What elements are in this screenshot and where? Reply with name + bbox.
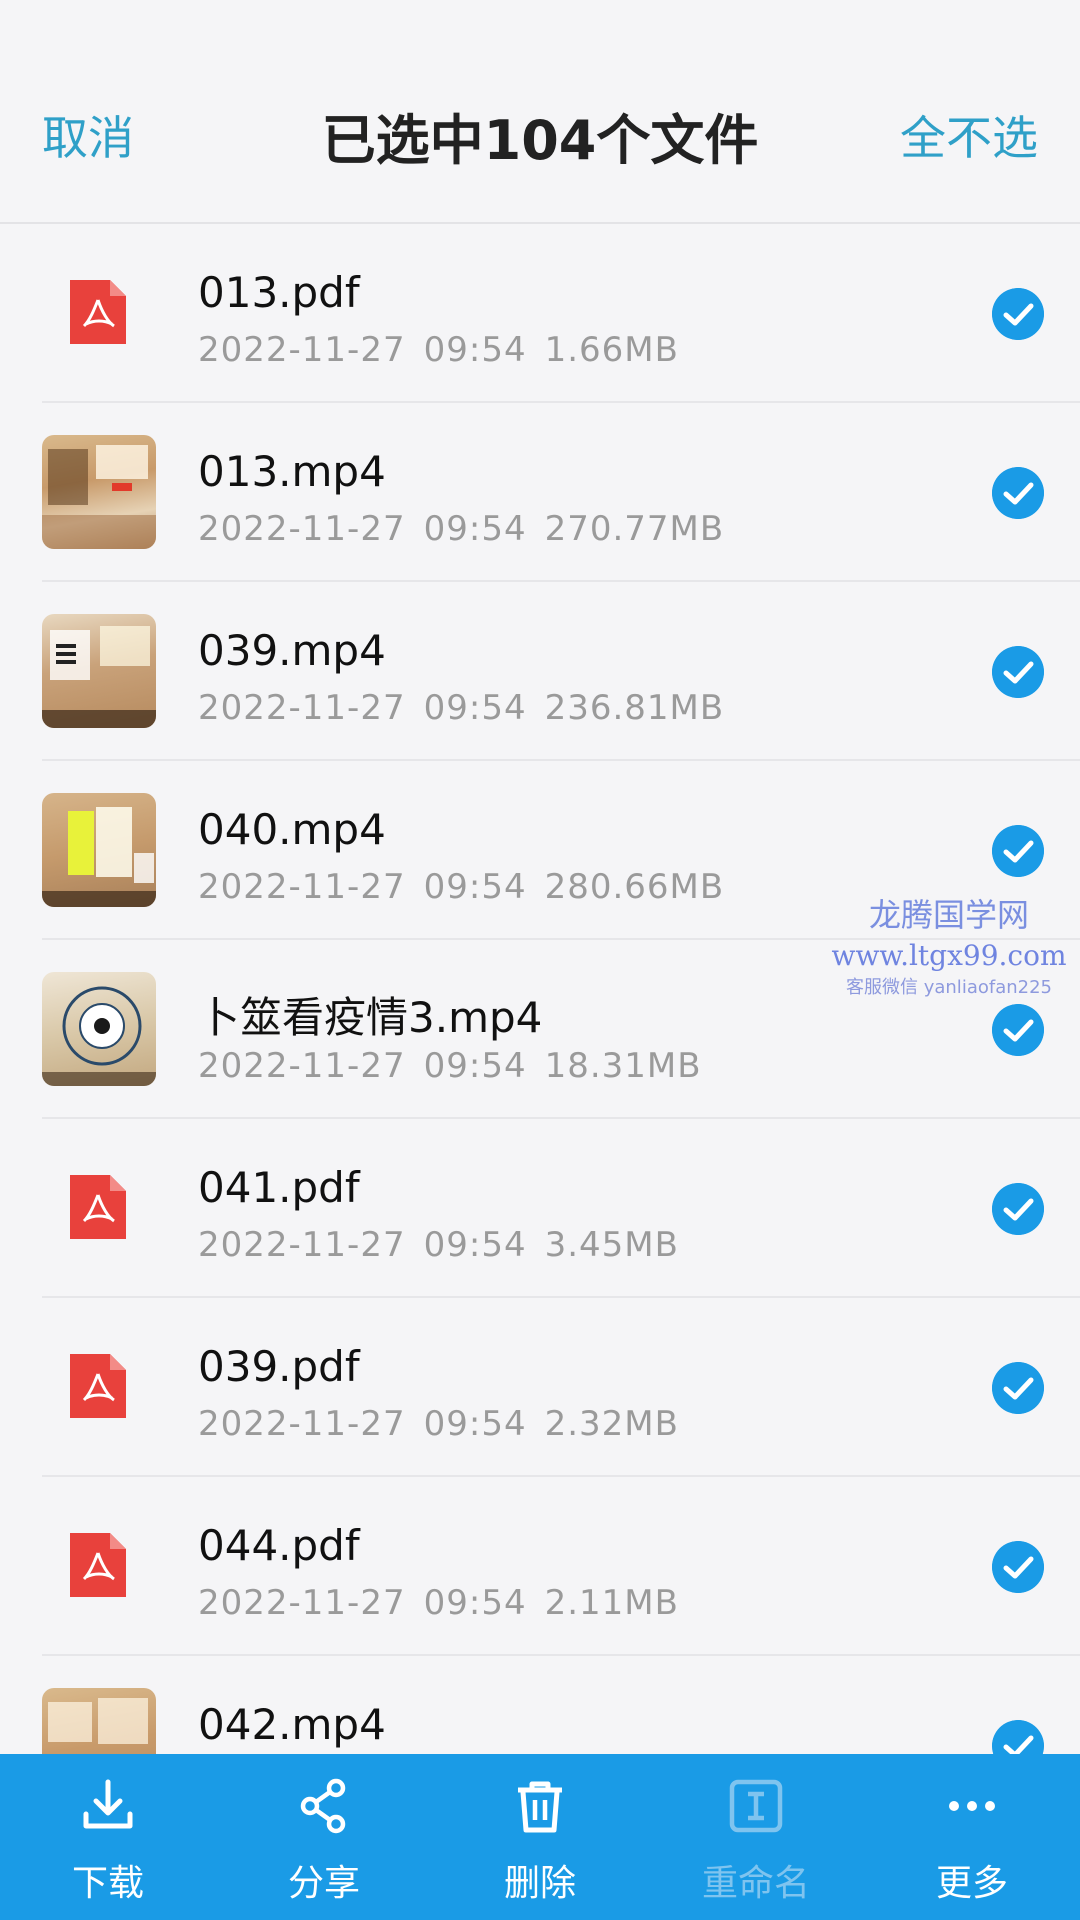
file-meta: 2022-11-27 09:54 236.81MB — [198, 688, 742, 728]
watermark-contact: 客服微信 yanliaofan225 — [846, 976, 1052, 998]
video-thumbnail — [42, 435, 156, 549]
trash-icon — [518, 1781, 562, 1833]
rename-button[interactable]: 重命名 — [648, 1754, 864, 1920]
download-icon — [83, 1779, 133, 1829]
file-name: 044.pdf — [198, 1521, 360, 1570]
file-meta: 2022-11-27 09:54 270.77MB — [198, 509, 742, 549]
video-thumbnail — [42, 793, 156, 907]
watermark: 龙腾国学网 www.ltgx99.com 客服微信 yanliaofan225 — [824, 896, 1074, 998]
top-bar: 取消 已选中104个文件 全不选 — [0, 0, 1080, 224]
pdf-icon — [70, 1533, 126, 1597]
bottom-toolbar: 下载 分享 删除 重命名 更多 — [0, 1754, 1080, 1920]
share-button[interactable]: 分享 — [216, 1754, 432, 1920]
file-name: 041.pdf — [198, 1163, 360, 1212]
file-name: 042.mp4 — [198, 1700, 386, 1749]
file-name: 卜筮看疫情3.mp4 — [198, 993, 543, 1042]
checked-icon[interactable] — [992, 288, 1044, 340]
share-label: 分享 — [287, 1863, 360, 1904]
file-row[interactable]: 041.pdf 2022-11-27 09:54 3.45MB — [0, 1119, 1080, 1298]
file-date: 2022-11-27 — [198, 509, 406, 549]
file-row[interactable]: 042.mp4 — [0, 1656, 1080, 1754]
rename-label: 重命名 — [701, 1863, 810, 1904]
file-time: 09:54 — [423, 688, 527, 728]
file-date: 2022-11-27 — [198, 1404, 406, 1444]
checked-icon[interactable] — [992, 1004, 1044, 1056]
file-meta: 2022-11-27 09:54 18.31MB — [198, 1046, 720, 1086]
download-label: 下载 — [71, 1863, 144, 1904]
file-meta: 2022-11-27 09:54 1.66MB — [198, 330, 697, 370]
file-row[interactable]: 044.pdf 2022-11-27 09:54 2.11MB — [0, 1477, 1080, 1656]
file-row[interactable]: 039.mp4 2022-11-27 09:54 236.81MB — [0, 582, 1080, 761]
more-icon — [949, 1801, 995, 1811]
checked-icon[interactable] — [992, 1541, 1044, 1593]
more-label: 更多 — [935, 1863, 1008, 1904]
file-row[interactable]: 013.mp4 2022-11-27 09:54 270.77MB — [0, 403, 1080, 582]
download-button[interactable]: 下载 — [0, 1754, 216, 1920]
file-row[interactable]: 013.pdf 2022-11-27 09:54 1.66MB — [0, 224, 1080, 403]
checked-icon[interactable] — [992, 1362, 1044, 1414]
video-thumbnail — [42, 1688, 156, 1754]
file-time: 09:54 — [423, 1046, 527, 1086]
checked-icon[interactable] — [992, 467, 1044, 519]
file-size: 270.77MB — [544, 509, 725, 549]
delete-label: 删除 — [503, 1863, 576, 1904]
file-size: 1.66MB — [544, 330, 679, 370]
file-name: 013.pdf — [198, 268, 360, 317]
file-meta: 2022-11-27 09:54 2.11MB — [198, 1583, 697, 1623]
file-name: 013.mp4 — [198, 447, 386, 496]
file-date: 2022-11-27 — [198, 1225, 406, 1265]
file-size: 2.11MB — [544, 1583, 679, 1623]
file-date: 2022-11-27 — [198, 688, 406, 728]
watermark-title: 龙腾国学网 — [868, 896, 1029, 934]
more-button[interactable]: 更多 — [864, 1754, 1080, 1920]
file-name: 040.mp4 — [198, 805, 386, 854]
share-icon — [300, 1778, 346, 1834]
file-time: 09:54 — [423, 867, 527, 907]
file-date: 2022-11-27 — [198, 867, 406, 907]
file-meta: 2022-11-27 09:54 2.32MB — [198, 1404, 697, 1444]
watermark-url: www.ltgx99.com — [831, 939, 1067, 973]
checked-icon[interactable] — [992, 1720, 1044, 1754]
file-size: 236.81MB — [544, 688, 725, 728]
file-size: 3.45MB — [544, 1225, 679, 1265]
checked-icon[interactable] — [992, 646, 1044, 698]
file-meta: 2022-11-27 09:54 3.45MB — [198, 1225, 697, 1265]
file-time: 09:54 — [423, 1583, 527, 1623]
file-name: 039.pdf — [198, 1342, 360, 1391]
file-date: 2022-11-27 — [198, 1583, 406, 1623]
file-time: 09:54 — [423, 509, 527, 549]
checked-icon[interactable] — [992, 1183, 1044, 1235]
delete-button[interactable]: 删除 — [432, 1754, 648, 1920]
file-date: 2022-11-27 — [198, 330, 406, 370]
video-thumbnail — [42, 614, 156, 728]
file-name: 039.mp4 — [198, 626, 386, 675]
file-size: 18.31MB — [544, 1046, 702, 1086]
checked-icon[interactable] — [992, 825, 1044, 877]
file-size: 280.66MB — [544, 867, 725, 907]
file-time: 09:54 — [423, 1225, 527, 1265]
file-size: 2.32MB — [544, 1404, 679, 1444]
pdf-icon — [70, 1175, 126, 1239]
video-thumbnail — [42, 972, 156, 1086]
file-date: 2022-11-27 — [198, 1046, 406, 1086]
file-time: 09:54 — [423, 1404, 527, 1444]
file-meta: 2022-11-27 09:54 280.66MB — [198, 867, 742, 907]
file-time: 09:54 — [423, 330, 527, 370]
deselect-all-button[interactable]: 全不选 — [900, 102, 1038, 168]
rename-icon — [729, 1779, 783, 1833]
pdf-icon — [70, 280, 126, 344]
pdf-icon — [70, 1354, 126, 1418]
file-row[interactable]: 039.pdf 2022-11-27 09:54 2.32MB — [0, 1298, 1080, 1477]
